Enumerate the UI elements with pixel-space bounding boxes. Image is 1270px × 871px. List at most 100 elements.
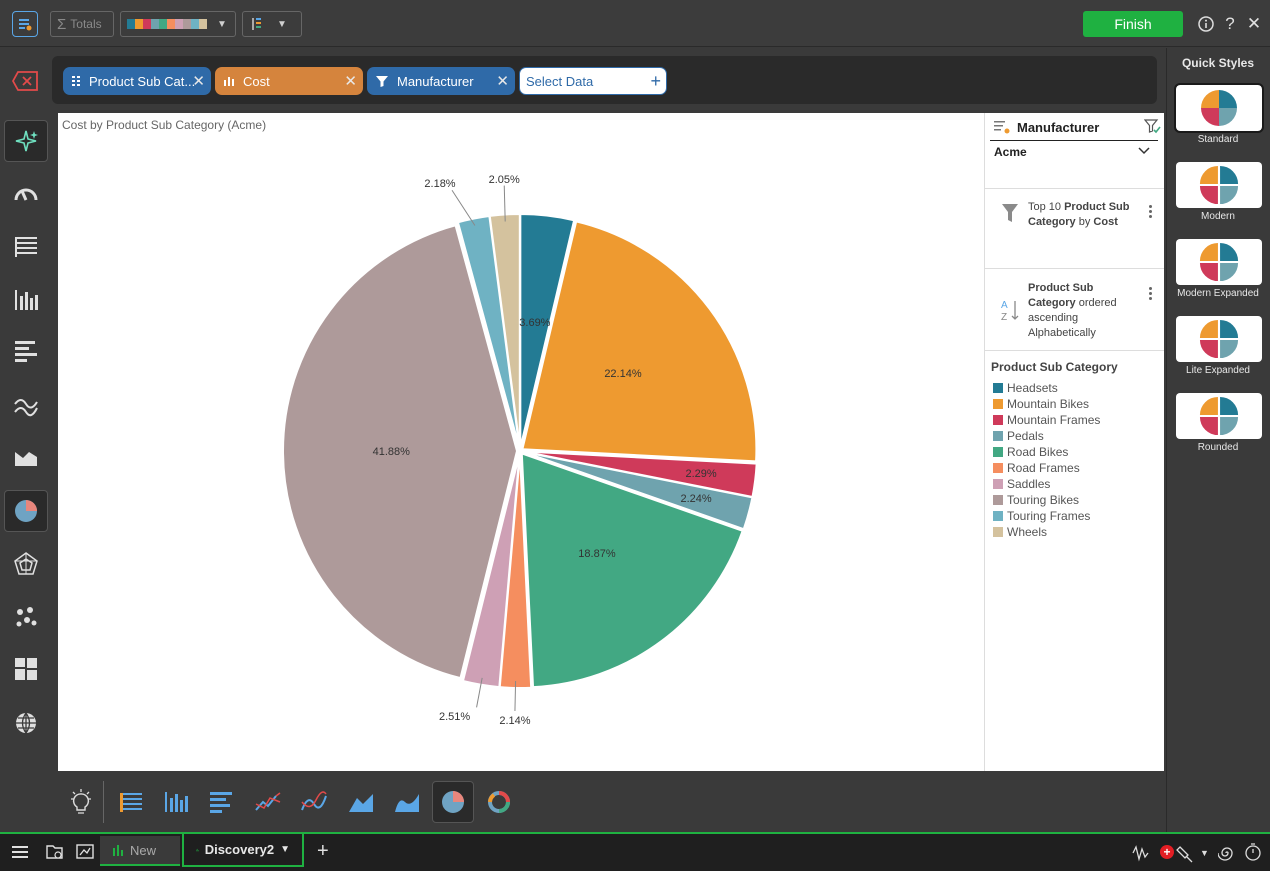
legend-item[interactable]: Headsets <box>993 381 1058 395</box>
quick-style-lite-expanded[interactable] <box>1176 316 1262 362</box>
filter-value: Acme <box>994 145 1027 159</box>
pie-data-label: 2.14% <box>499 714 531 727</box>
pie-leader-line <box>514 680 517 711</box>
grid-variant-icon[interactable] <box>110 781 152 823</box>
legend-label: Road Bikes <box>1007 445 1069 459</box>
legend-label: Mountain Bikes <box>1007 397 1090 411</box>
legend-item[interactable]: Mountain Frames <box>993 413 1100 427</box>
tab-discovery2[interactable]: Discovery2 ▼ <box>182 834 304 867</box>
more-options-icon[interactable] <box>1146 287 1154 305</box>
spiral-icon[interactable] <box>1217 844 1236 867</box>
svg-text:A: A <box>1001 300 1008 311</box>
column-chart-icon[interactable] <box>4 278 48 320</box>
select-data-label: Select Data <box>526 73 594 89</box>
legend-swatch <box>993 479 1003 489</box>
quick-styles-title: Quick Styles <box>1181 56 1255 70</box>
quick-style-modern[interactable] <box>1176 162 1262 208</box>
open-folder-icon[interactable] <box>46 843 64 866</box>
legend-item[interactable]: Pedals <box>993 429 1044 443</box>
bar-variant-icon[interactable] <box>200 781 242 823</box>
totals-label: Totals <box>70 17 102 31</box>
add-tab-icon[interactable]: + <box>317 841 329 861</box>
legend-swatch <box>993 527 1003 537</box>
svg-text:Z: Z <box>1001 312 1007 322</box>
remove-icon[interactable]: ✕ <box>496 72 509 90</box>
clear-all-icon[interactable] <box>11 70 40 92</box>
plus-icon: + <box>650 71 661 91</box>
waveform-icon[interactable] <box>1132 844 1150 867</box>
treemap-icon[interactable] <box>4 648 48 690</box>
totals-button[interactable]: Σ Totals <box>50 11 114 37</box>
palette-dropdown[interactable]: ▼ <box>120 11 236 37</box>
palette-swatch <box>127 19 135 29</box>
legend-item[interactable]: Wheels <box>993 525 1047 539</box>
legend-item[interactable]: Saddles <box>993 477 1050 491</box>
radar-chart-icon[interactable] <box>4 543 48 585</box>
timer-icon[interactable] <box>1244 843 1262 866</box>
pill-cost[interactable]: Cost ✕ <box>215 67 363 95</box>
grid-icon <box>72 76 80 86</box>
pie-variant-icon[interactable] <box>432 781 474 823</box>
legend-item[interactable]: Mountain Bikes <box>993 397 1089 411</box>
pie-preview-slice <box>1220 340 1239 359</box>
pie-chart-icon[interactable] <box>4 490 48 532</box>
topn-field: Category <box>1028 216 1076 228</box>
remove-icon[interactable]: ✕ <box>192 72 205 90</box>
filter-check-icon[interactable] <box>1144 118 1162 136</box>
grid-chart-icon[interactable] <box>4 226 48 268</box>
remove-icon[interactable]: ✕ <box>344 72 357 90</box>
legend-swatch <box>993 415 1003 425</box>
column-variant-icon[interactable] <box>155 781 197 823</box>
tab-new[interactable]: New <box>100 836 180 866</box>
chevron-down-icon[interactable]: ▼ <box>1200 848 1209 858</box>
spline-variant-icon[interactable] <box>293 781 335 823</box>
lightbulb-icon[interactable] <box>60 781 102 823</box>
globe-icon[interactable] <box>4 702 48 744</box>
legend-label: Mountain Frames <box>1007 413 1101 427</box>
pill-label: Product Sub Cat... <box>89 73 196 89</box>
pin-icon[interactable] <box>1176 845 1194 868</box>
app-menu-icon[interactable] <box>12 11 38 37</box>
area-chart-icon[interactable] <box>4 436 48 478</box>
filter-value-select[interactable]: Acme <box>990 141 1158 163</box>
notification-badge[interactable]: + <box>1160 845 1174 859</box>
close-icon[interactable]: ✕ <box>1243 12 1265 36</box>
chevron-down-icon[interactable]: ▼ <box>280 844 290 855</box>
gauge-icon[interactable] <box>4 172 48 214</box>
donut-variant-icon[interactable] <box>478 781 520 823</box>
pie-preview-slice <box>1201 108 1219 126</box>
pie-preview-slice <box>1199 242 1218 261</box>
legend-item[interactable]: Touring Bikes <box>993 493 1079 507</box>
presentation-icon[interactable] <box>76 843 94 866</box>
bar-chart-icon <box>113 845 123 856</box>
pie-preview-slice <box>1220 396 1239 415</box>
quick-style-rounded[interactable] <box>1176 393 1262 439</box>
legend-label: Headsets <box>1007 381 1058 395</box>
area-smooth-variant-icon[interactable] <box>386 781 428 823</box>
palette-swatch <box>199 19 207 29</box>
line-variant-icon[interactable] <box>247 781 289 823</box>
finish-button[interactable]: Finish <box>1083 11 1183 37</box>
scatter-chart-icon[interactable] <box>4 596 48 638</box>
more-options-icon[interactable] <box>1146 205 1154 223</box>
info-icon[interactable] <box>1195 12 1217 36</box>
legend-swatch <box>993 447 1003 457</box>
area-variant-icon[interactable] <box>340 781 382 823</box>
pie-data-label: 41.88% <box>372 446 410 459</box>
select-data-button[interactable]: Select Data + <box>519 67 667 95</box>
pill-manufacturer[interactable]: Manufacturer ✕ <box>367 67 515 95</box>
pie-preview-slice <box>1201 90 1219 108</box>
legend-item[interactable]: Road Bikes <box>993 445 1068 459</box>
sort-text: Alphabetically <box>1028 327 1096 339</box>
pill-product-sub-category[interactable]: Product Sub Cat... ✕ <box>63 67 211 95</box>
quick-style-modern-expanded[interactable] <box>1176 239 1262 285</box>
layout-dropdown[interactable]: ▼ <box>242 11 302 37</box>
hamburger-menu-icon[interactable] <box>12 845 28 864</box>
legend-item[interactable]: Road Frames <box>993 461 1080 475</box>
bar-chart-icon[interactable] <box>4 330 48 372</box>
smart-insights-icon[interactable] <box>4 120 48 162</box>
legend-item[interactable]: Touring Frames <box>993 509 1090 523</box>
line-chart-icon[interactable] <box>4 384 48 426</box>
help-icon[interactable]: ? <box>1219 12 1241 36</box>
quick-style-standard[interactable] <box>1174 83 1264 133</box>
